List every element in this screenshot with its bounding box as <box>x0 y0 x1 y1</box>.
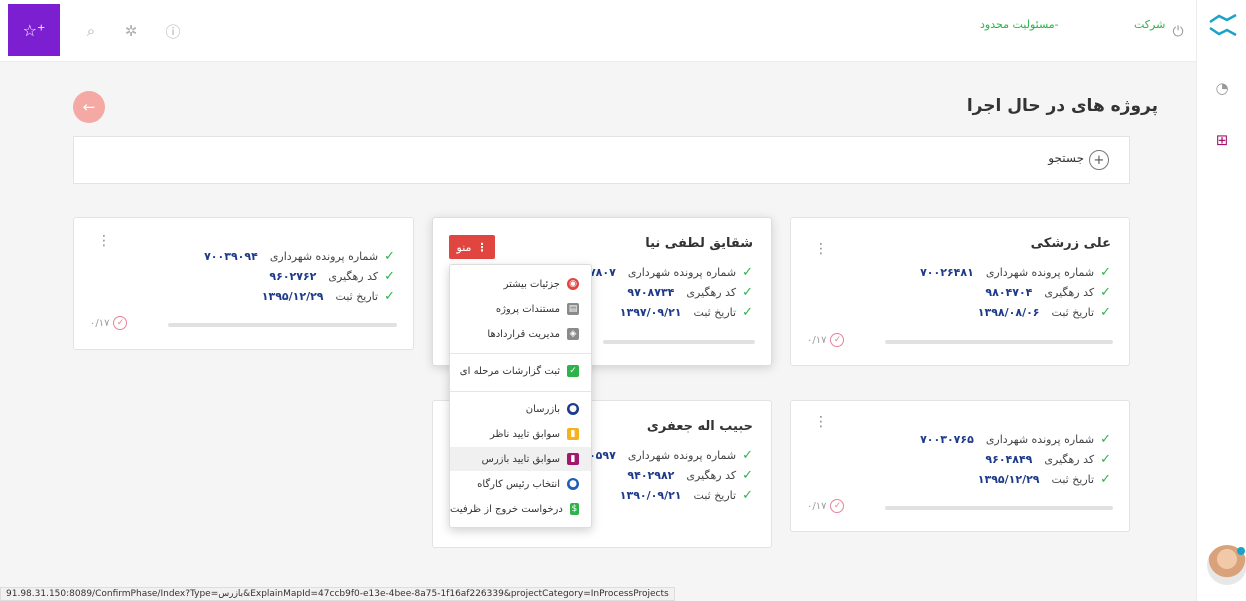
card-actions-dropdown: جزئیات بیشتر ◉ مستندات پروژه ▤ مدیریت قرار… <box>449 264 592 528</box>
back-button[interactable]: ← <box>73 91 105 123</box>
company-name: -مسئولیت محدود <box>980 18 1059 31</box>
user-add-icon[interactable]: ☆⁺ <box>8 4 60 56</box>
menu-item-details[interactable]: جزئیات بیشتر ◉ <box>450 272 591 296</box>
progress-indicator: ۰/۱۷ ✓ <box>807 333 845 347</box>
menu-item-inspector-history[interactable]: سوابق تایید بازرس ▮ <box>450 447 591 471</box>
file-number: ۰۵۹۷ <box>588 448 616 462</box>
registration-date: ۱۳۹۷/۰۹/۲۱ <box>619 305 682 319</box>
tracking-code: ۹۴۰۲۹۸۲ <box>627 468 675 482</box>
check-icon: ✓ <box>1100 304 1111 320</box>
registration-date: ۱۳۹۵/۱۲/۲۹ <box>261 289 324 303</box>
progress-bar <box>603 340 755 344</box>
layers-icon: ◈ <box>567 328 579 340</box>
plus-icon[interactable]: + <box>1089 150 1109 170</box>
search-label: جستجو <box>1048 151 1084 165</box>
check-icon: ✓ <box>742 304 753 320</box>
power-icon[interactable]: ⏻ <box>1170 24 1186 40</box>
kebab-menu-icon[interactable]: ⋮ <box>814 240 828 258</box>
help-icon[interactable]: ⓘ <box>164 22 182 41</box>
project-card: ⋮ ✓ شماره پرونده شهرداری ۷۰۰۳۰۷۶۵ ✓ کد رهگی… <box>790 400 1130 532</box>
search-icon[interactable]: ⌕ <box>82 22 100 40</box>
registration-date: ۱۳۹۰/۰۹/۲۱ <box>619 488 682 502</box>
check-icon: ✓ <box>742 447 753 463</box>
check-icon: ✓ <box>384 288 395 304</box>
card-title: حبیب اله جعفری <box>646 419 753 434</box>
check-icon: ✓ <box>384 268 395 284</box>
person-icon: ● <box>567 478 579 490</box>
file-number: ۷۰۰۳۹۰۹۴ <box>204 249 258 263</box>
file-number: ۷۰۰۲۶۴۸۱ <box>920 265 974 279</box>
check-icon: ✓ <box>742 487 753 503</box>
check-icon: ✓ <box>742 467 753 483</box>
check-icon: ✓ <box>742 284 753 300</box>
project-card: ⋮ ✓ شماره پرونده شهرداری ۷۰۰۳۹۰۹۴ ✓ کد رهگی… <box>73 217 414 350</box>
progress-check-icon: ✓ <box>113 316 128 330</box>
check-icon: ✓ <box>384 248 395 264</box>
eye-icon: ◉ <box>567 278 579 290</box>
check-square-icon: ✓ <box>567 365 579 377</box>
briefcase-icon[interactable]: ⊞ <box>1212 130 1232 150</box>
check-icon: ✓ <box>742 264 753 280</box>
page-title: پروژه های در حال اجرا <box>966 96 1158 116</box>
menu-item-documents[interactable]: مستندات پروژه ▤ <box>450 297 591 321</box>
status-bar-url: 91.98.31.150:8089/ConfirmPhase/Index?Typ… <box>0 587 675 601</box>
user-circle-icon: ● <box>567 403 579 415</box>
menu-item-inspectors[interactable]: بازرسان ● <box>450 397 591 421</box>
tracking-code: ۹۷۰۸۷۳۴ <box>627 285 675 299</box>
tracking-code: ۹۸۰۴۷۰۴ <box>985 285 1033 299</box>
document-icon: ▤ <box>567 303 579 315</box>
dashboard-icon[interactable]: ◔ <box>1212 78 1232 98</box>
online-status-dot <box>1237 547 1245 555</box>
progress-bar <box>885 506 1113 510</box>
progress-bar <box>168 323 397 327</box>
settings-icon[interactable]: ✲ <box>122 22 140 40</box>
check-icon: ✓ <box>1100 284 1111 300</box>
check-icon: ✓ <box>1100 451 1111 467</box>
top-bar: ☆⁺ ⌕ ✲ ⓘ -مسئولیت محدود شرکت ⏻ <box>0 0 1196 62</box>
menu-item-site-manager[interactable]: انتخاب رئیس کارگاه ● <box>450 472 591 496</box>
check-icon: ✓ <box>1100 264 1111 280</box>
check-icon: ✓ <box>1100 431 1111 447</box>
progress-check-icon: ✓ <box>830 499 845 513</box>
menu-item-capacity-exit[interactable]: درخواست خروج از ظرفیت $ <box>450 497 591 521</box>
tracking-code: ۹۶۰۴۸۴۹ <box>985 452 1033 466</box>
file-number: ۷۰۰۳۰۷۶۵ <box>920 432 974 446</box>
kebab-menu-icon[interactable]: ⋮ <box>814 413 828 431</box>
progress-bar <box>885 340 1113 344</box>
menu-item-contracts[interactable]: مدیریت قراردادها ◈ <box>450 322 591 346</box>
right-sidebar: ◔ ⊞ <box>1196 0 1246 601</box>
search-bar[interactable]: جستجو + <box>73 136 1130 184</box>
progress-indicator: ۰/۱۷ ✓ <box>90 316 128 330</box>
registration-date: ۱۳۹۵/۱۲/۲۹ <box>977 472 1040 486</box>
progress-indicator: ۰/۱۷ ✓ <box>807 499 845 513</box>
card-title: شقایق لطفی نیا <box>645 236 753 251</box>
company-prefix: شرکت <box>1134 18 1166 31</box>
menu-item-supervisor-history[interactable]: سوابق تایید ناظر ▮ <box>450 422 591 446</box>
file-number: ۷۸۰۷ <box>588 265 616 279</box>
kebab-menu-icon[interactable]: ⋮ <box>97 232 111 250</box>
folder-icon: ▮ <box>567 428 579 440</box>
tracking-code: ۹۶۰۲۷۶۲ <box>269 269 317 283</box>
bookmark-icon: ▮ <box>567 453 579 465</box>
card-title: علی زرشکی <box>1030 236 1111 251</box>
exit-bag-icon: $ <box>569 503 579 515</box>
handshake-logo-icon[interactable] <box>1207 10 1239 42</box>
progress-check-icon: ✓ <box>830 333 845 347</box>
project-card: علی زرشکی ⋮ ✓ شماره پرونده شهرداری ۷۰۰۲۶۴۸… <box>790 217 1130 366</box>
menu-button[interactable]: منو ⋮ <box>449 235 495 259</box>
registration-date: ۱۳۹۸/۰۸/۰۶ <box>977 305 1040 319</box>
check-icon: ✓ <box>1100 471 1111 487</box>
menu-item-reports[interactable]: ثبت گزارشات مرحله ای ✓ <box>450 359 591 383</box>
